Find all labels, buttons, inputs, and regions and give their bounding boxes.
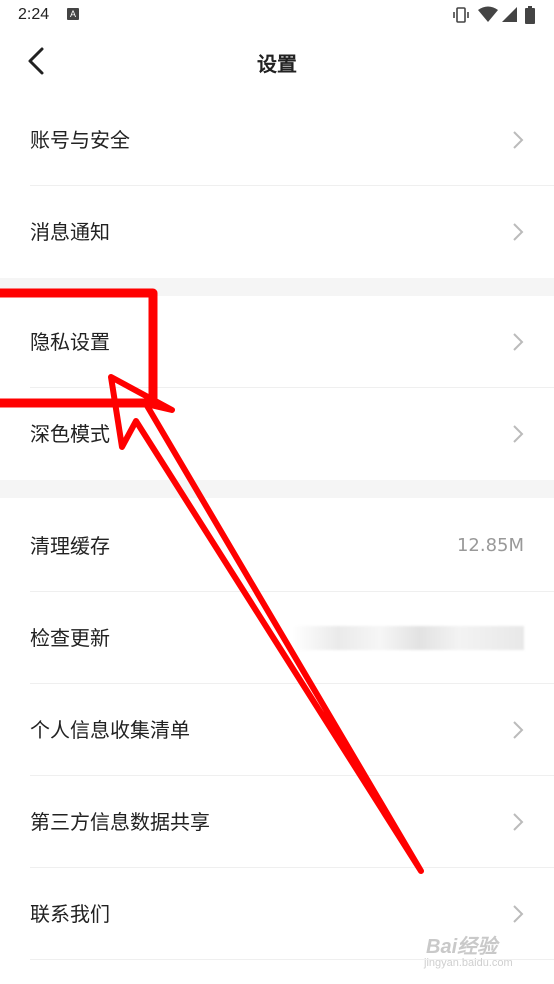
settings-item-clear-cache[interactable]: 清理缓存 12.85M xyxy=(0,500,554,592)
signal-icon xyxy=(502,7,517,22)
settings-item-label: 深色模式 xyxy=(30,422,110,446)
settings-item-personal-info-list[interactable]: 个人信息收集清单 xyxy=(0,684,554,776)
cache-size-value: 12.85M xyxy=(456,535,524,556)
chevron-right-icon xyxy=(513,813,524,831)
settings-item-check-update[interactable]: 检查更新 xyxy=(0,592,554,684)
status-time: 2:24 xyxy=(18,6,50,23)
settings-item-label: 隐私设置 xyxy=(30,330,110,354)
wifi-icon xyxy=(478,6,498,22)
settings-item-third-party-sharing[interactable]: 第三方信息数据共享 xyxy=(0,776,554,868)
chevron-right-icon xyxy=(513,131,524,149)
settings-item-dark-mode[interactable]: 深色模式 xyxy=(0,388,554,480)
settings-item-label: 个人信息收集清单 xyxy=(30,718,190,742)
chevron-right-icon xyxy=(513,721,524,739)
section-gap xyxy=(0,480,554,498)
chevron-right-icon xyxy=(513,223,524,241)
settings-item-label: 第三方信息数据共享 xyxy=(30,810,210,834)
settings-item-notifications[interactable]: 消息通知 xyxy=(0,186,554,278)
settings-item-account-security[interactable]: 账号与安全 xyxy=(0,94,554,186)
settings-item-label: 清理缓存 xyxy=(30,534,110,558)
settings-item-label: 账号与安全 xyxy=(30,128,130,152)
chevron-right-icon xyxy=(513,425,524,443)
chevron-right-icon xyxy=(513,333,524,351)
settings-item-label: 检查更新 xyxy=(30,626,110,650)
version-info-blurred xyxy=(292,626,524,650)
page-title: 设置 xyxy=(257,52,297,76)
section-gap xyxy=(0,278,554,296)
watermark-logo: Bai经验 xyxy=(426,936,498,958)
settings-item-label: 联系我们 xyxy=(30,902,110,926)
chevron-right-icon xyxy=(513,905,524,923)
vibrate-icon xyxy=(453,7,469,23)
status-bar: 2:24 A xyxy=(0,0,554,32)
status-icons xyxy=(452,6,542,24)
settings-item-privacy[interactable]: 隐私设置 xyxy=(0,296,554,388)
watermark-url: jingyan.baidu.com xyxy=(424,957,513,969)
nav-bar: 设置 xyxy=(0,32,554,90)
settings-item-label: 消息通知 xyxy=(30,220,110,244)
battery-icon xyxy=(525,6,535,24)
notification-icon: A xyxy=(67,8,79,20)
